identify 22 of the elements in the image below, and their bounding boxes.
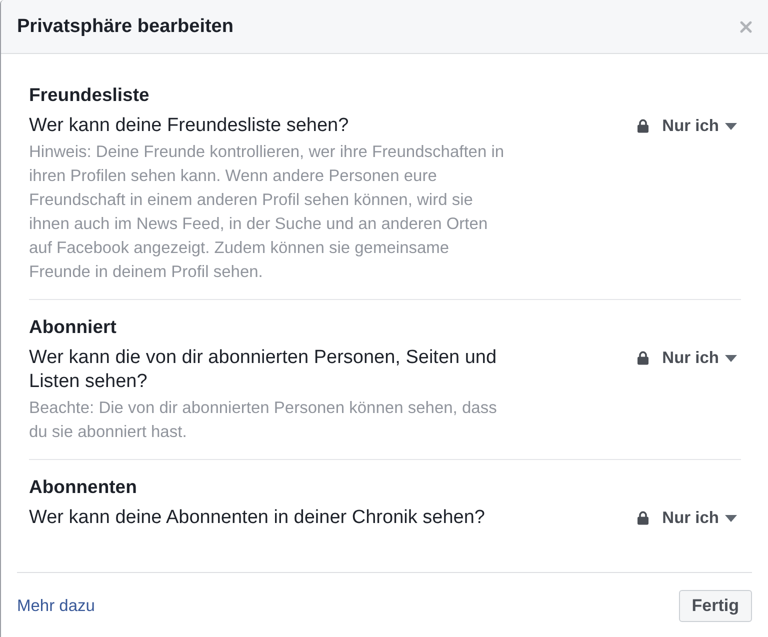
caret-icon [725, 514, 737, 522]
hint-text: Beachte: Die von dir abonnierten Personen können sehen, dass du sie abonniert hast. [29, 398, 498, 443]
audience-selector-button[interactable]: Nur ich [637, 346, 737, 370]
section-heading: Freundesliste [29, 84, 150, 106]
lock-icon [637, 351, 650, 365]
question-text: Wer kann die von dir abonnierten Personen, Seiten und Listen sehen? [29, 346, 498, 394]
audience-selector-button[interactable]: Nur ich [637, 506, 737, 530]
close-button[interactable] [738, 18, 754, 34]
lock-icon [637, 119, 650, 133]
question-text: Wer kann deine Abonnenten in deiner Chronik sehen? [29, 506, 486, 530]
caret-icon [725, 122, 737, 130]
dialog-title: Privatsphäre bearbeiten [17, 16, 234, 38]
section-heading: Abonnenten [29, 476, 138, 498]
audience-selector-button[interactable]: Nur ich [637, 114, 737, 138]
learn-more-link[interactable]: Mehr dazu [17, 596, 95, 616]
done-button[interactable]: Fertig [678, 590, 752, 622]
caret-icon [725, 354, 737, 362]
section-heading: Abonniert [29, 316, 118, 338]
lock-icon [637, 511, 650, 525]
question-text: Wer kann deine Freundesliste sehen? [29, 114, 350, 138]
close-icon [740, 20, 752, 32]
hint-text: Hinweis: Deine Freunde kontrollieren, wer ihre Freundschaften in ihren Profilen sehen kann. Wenn andere Personen eure Freundschaft in einem anderen Profil sehen können, wird sie ihnen auch im News Feed, in der Suche und an anderen Orten auf Facebook angezeigt. Zudem können sie gemeinsame Freunde in deinem Profil sehen. [29, 142, 506, 283]
